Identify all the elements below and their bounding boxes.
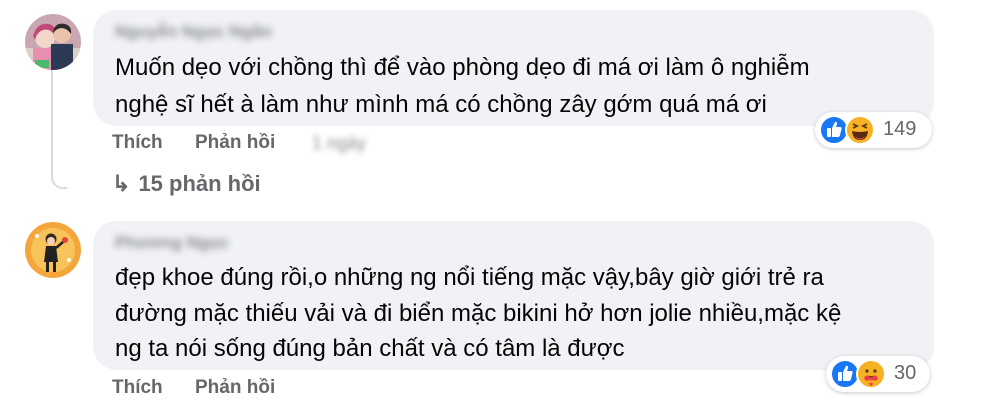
- reply-thread-line: [51, 70, 67, 189]
- like-action[interactable]: Thích: [112, 377, 163, 399]
- reply-arrow-icon: ↳: [112, 171, 131, 196]
- comment-author[interactable]: Nguyễn Ngọc Ngân: [115, 22, 272, 42]
- reaction-count: 149: [883, 118, 917, 140]
- comment-text-line: đường mặc thiếu vải và đi biển mặc bikin…: [115, 300, 842, 327]
- comment-timestamp[interactable]: 1 ngày: [312, 133, 366, 154]
- view-replies-label: 15 phản hồi: [138, 171, 261, 196]
- comment-text-line: đẹp khoe đúng rồi,o những ng nổi tiếng m…: [115, 264, 824, 291]
- comment-author[interactable]: Phương Ngọc: [115, 233, 229, 253]
- reaction-summary[interactable]: 149: [815, 112, 932, 148]
- comment-text-line: nghệ sĩ hết à làm như mình má có chồng z…: [115, 91, 767, 118]
- avatar-image: [25, 14, 81, 70]
- view-replies-link[interactable]: ↳ 15 phản hồi: [112, 171, 261, 197]
- reply-action[interactable]: Phản hồi: [195, 132, 275, 154]
- comment-bubble: Phương Ngọc đẹp khoe đúng rồi,o những ng…: [93, 221, 934, 370]
- comment-text-line: Muốn dẹo với chồng thì để vào phòng dẹo …: [115, 54, 810, 81]
- haha-icon: [845, 115, 875, 145]
- comment-bubble: Nguyễn Ngọc Ngân Muốn dẹo với chồng thì …: [93, 10, 934, 126]
- care-icon: [856, 359, 886, 389]
- avatar-image: [25, 222, 81, 278]
- commenter-avatar[interactable]: [25, 222, 81, 278]
- commenter-avatar[interactable]: [25, 14, 81, 70]
- reaction-count: 30: [894, 362, 917, 384]
- reply-action[interactable]: Phản hồi: [195, 377, 275, 399]
- comment-text-line: ng ta nói sống đúng bản chất và có tâm l…: [115, 335, 625, 362]
- like-action[interactable]: Thích: [112, 132, 163, 154]
- reaction-summary[interactable]: 30: [826, 356, 930, 392]
